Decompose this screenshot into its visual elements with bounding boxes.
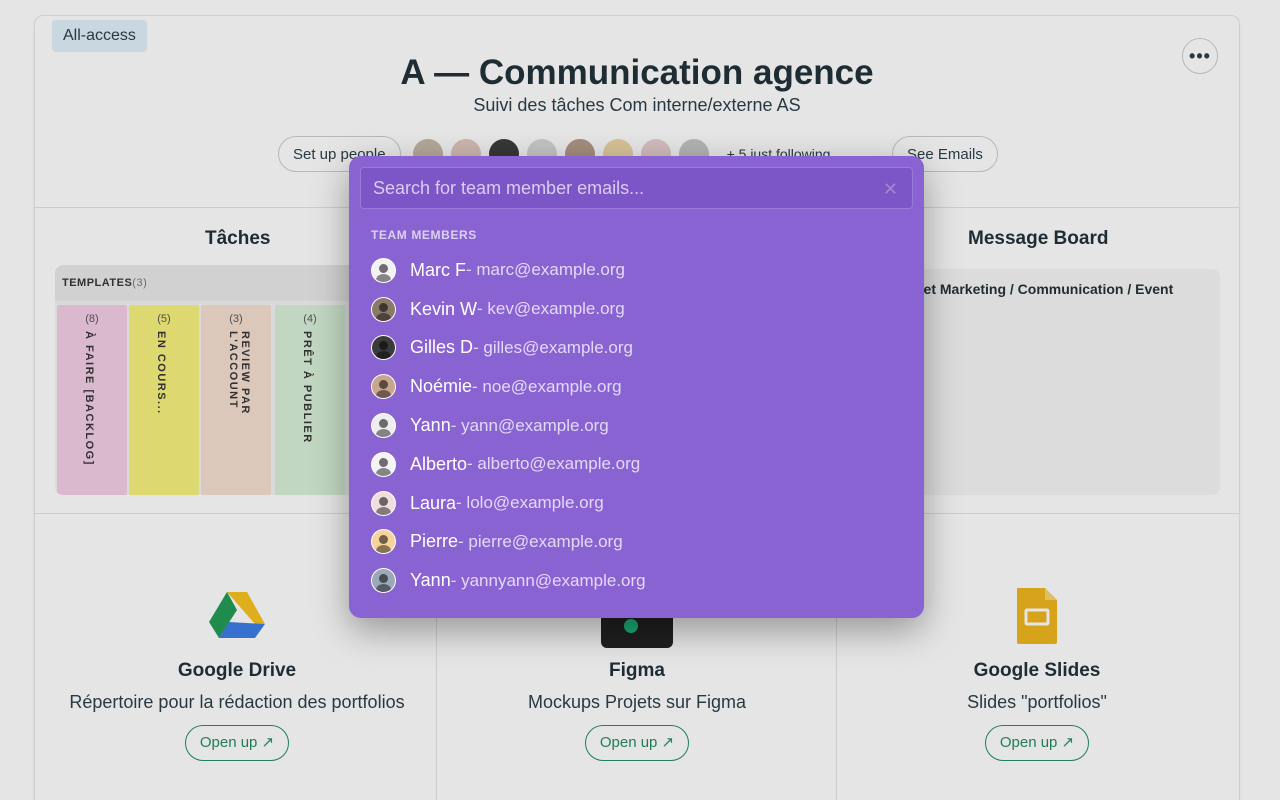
avatar bbox=[371, 296, 396, 322]
avatar bbox=[371, 490, 396, 516]
avatar bbox=[371, 529, 396, 555]
team-member-item[interactable]: Yann - yann@example.org bbox=[371, 406, 901, 445]
team-member-item[interactable]: Alberto - alberto@example.org bbox=[371, 445, 901, 484]
member-name: Pierre bbox=[410, 531, 459, 552]
close-icon[interactable]: ✕ bbox=[883, 179, 898, 200]
avatar bbox=[371, 451, 396, 477]
member-email: - alberto@example.org bbox=[467, 454, 641, 474]
member-name: Laura bbox=[410, 492, 457, 513]
avatar bbox=[371, 413, 396, 439]
member-email: - gilles@example.org bbox=[473, 337, 633, 357]
avatar bbox=[371, 335, 396, 361]
search-input[interactable] bbox=[361, 168, 912, 208]
member-email: - marc@example.org bbox=[466, 260, 625, 280]
avatar bbox=[371, 374, 396, 400]
team-member-item[interactable]: Yann - yannyann@example.org bbox=[371, 561, 901, 600]
member-email: - noe@example.org bbox=[472, 376, 622, 396]
member-email: - yannyann@example.org bbox=[450, 570, 646, 590]
team-members-label: TEAM MEMBERS bbox=[371, 228, 477, 242]
member-email: - kev@example.org bbox=[477, 299, 625, 319]
member-name: Yann bbox=[410, 570, 451, 591]
member-name: Marc F bbox=[410, 259, 466, 280]
team-member-item[interactable]: Pierre - pierre@example.org bbox=[371, 523, 901, 562]
member-name: Noémie bbox=[410, 376, 473, 397]
member-name: Yann bbox=[410, 415, 451, 436]
member-name: Kevin W bbox=[410, 298, 478, 319]
team-member-item[interactable]: Laura - lolo@example.org bbox=[371, 484, 901, 523]
team-member-item[interactable]: Marc F- marc@example.org bbox=[371, 251, 901, 290]
member-name: Gilles D bbox=[410, 337, 474, 358]
team-member-email-popup: ✕ TEAM MEMBERS Marc F- marc@example.orgK… bbox=[349, 156, 924, 618]
search-box: ✕ bbox=[360, 167, 913, 209]
member-email: - yann@example.org bbox=[450, 415, 609, 435]
avatar bbox=[371, 257, 396, 283]
member-email: - pierre@example.org bbox=[458, 531, 623, 551]
member-email: - lolo@example.org bbox=[456, 493, 604, 513]
team-member-item[interactable]: Noémie - noe@example.org bbox=[371, 367, 901, 406]
team-member-item[interactable]: Gilles D- gilles@example.org bbox=[371, 329, 901, 368]
team-member-item[interactable]: Kevin W- kev@example.org bbox=[371, 290, 901, 329]
avatar bbox=[371, 568, 396, 594]
team-member-list: Marc F- marc@example.org Kevin W- kev@exa… bbox=[371, 251, 901, 600]
member-name: Alberto bbox=[410, 453, 468, 474]
